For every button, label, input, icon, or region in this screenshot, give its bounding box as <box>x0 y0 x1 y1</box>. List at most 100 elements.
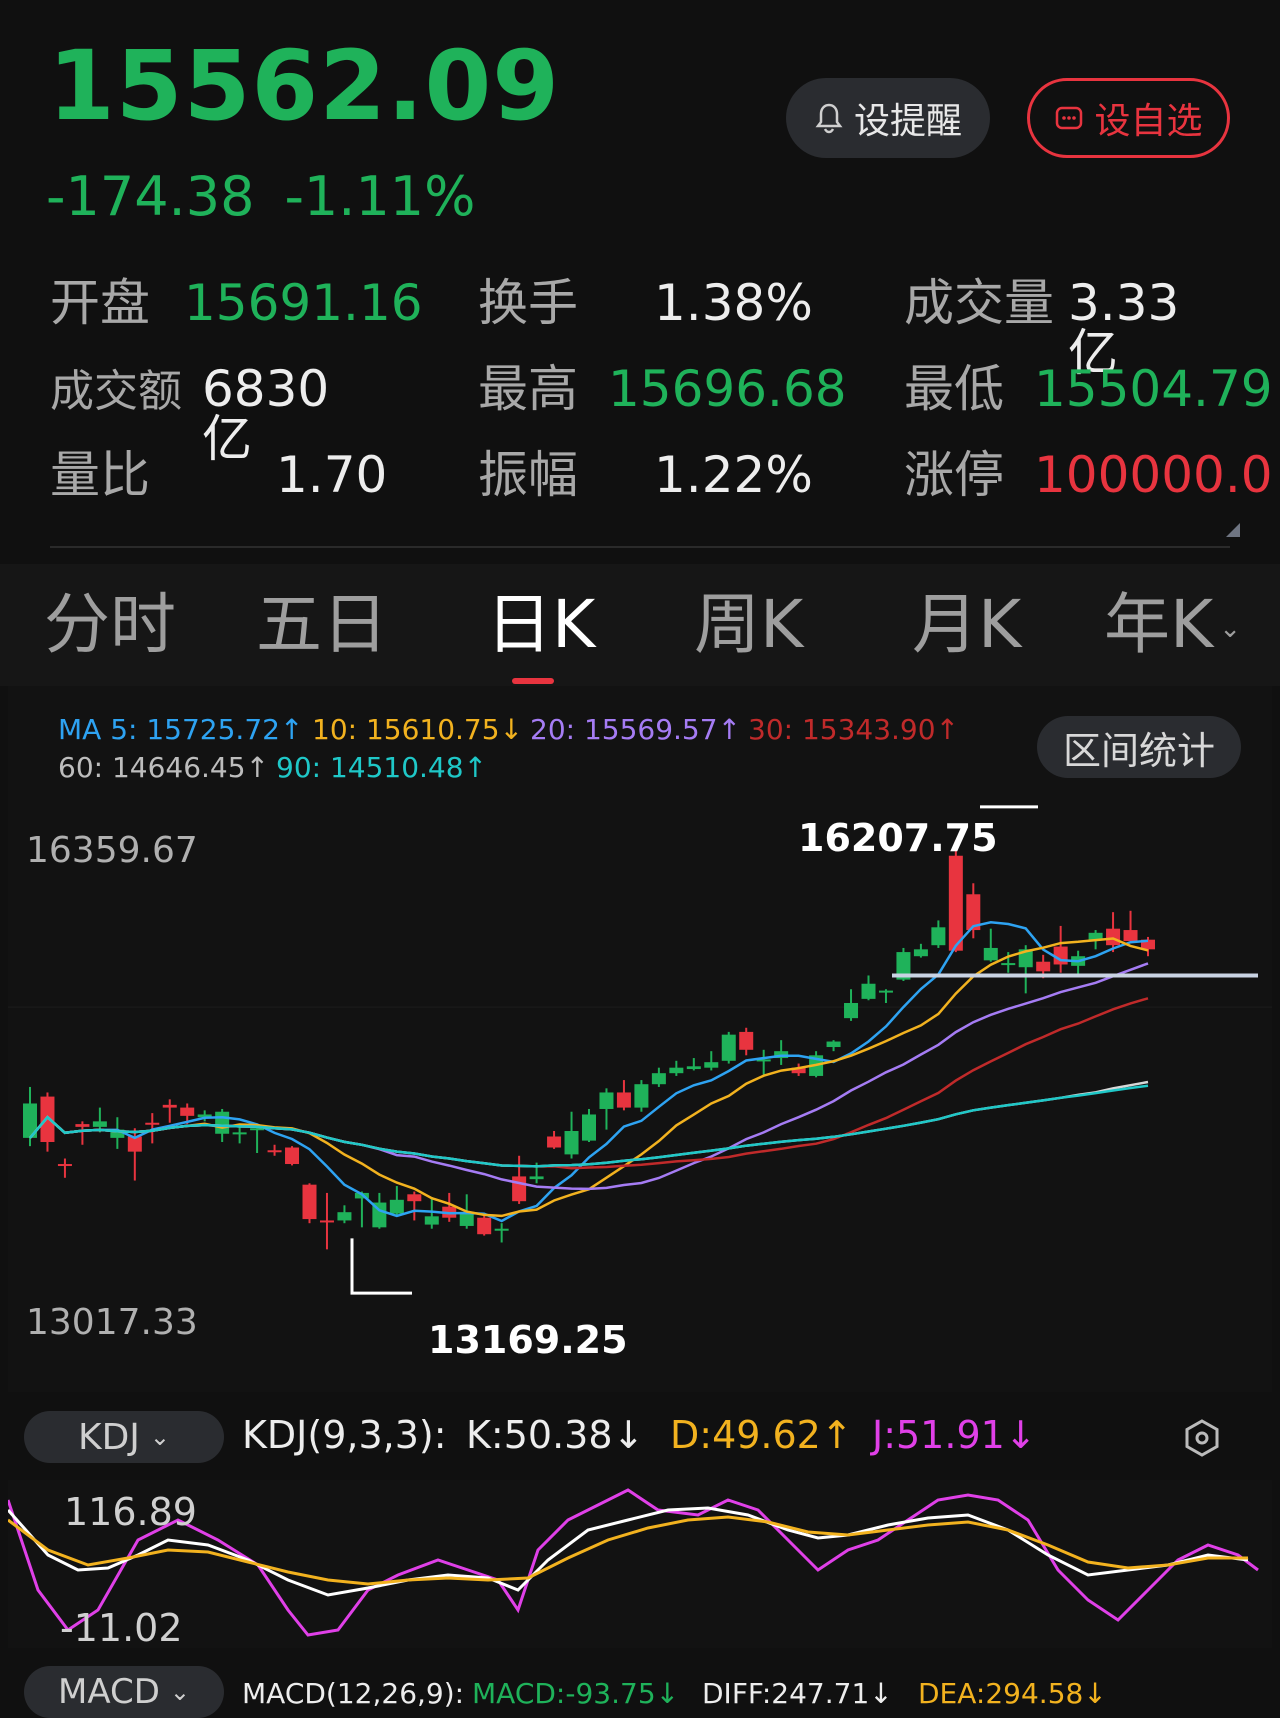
ma90-label: 90: 14510.48↑ <box>276 751 488 784</box>
candle <box>1123 930 1138 942</box>
candle <box>57 1164 72 1167</box>
kdj-d-value: D:49.62↑ <box>670 1413 853 1457</box>
chevron-down-icon: ⌄ <box>169 1678 191 1706</box>
stat-low: 最低 15504.79 <box>904 364 1273 414</box>
indicator-select[interactable]: KDJ ⌄ <box>24 1411 224 1463</box>
tab-monthly-k[interactable]: 月K <box>912 592 1021 658</box>
candle <box>739 1031 754 1050</box>
candle <box>582 1114 596 1141</box>
candle <box>599 1092 614 1109</box>
candle <box>826 1041 841 1048</box>
chevron-down-icon: ⌄ <box>149 1423 171 1451</box>
macd-select-label: MACD <box>57 1672 160 1712</box>
candle <box>564 1130 579 1155</box>
candle <box>215 1111 230 1134</box>
stat-low-value: 15504.79 <box>1034 360 1273 418</box>
macd-select[interactable]: MACD ⌄ <box>24 1666 224 1718</box>
tab-intraday[interactable]: 分时 <box>44 592 176 658</box>
candle <box>459 1213 474 1226</box>
candle <box>634 1084 649 1108</box>
kdj-y-bottom: -11.02 <box>60 1606 183 1650</box>
candle <box>1036 961 1051 972</box>
y-axis-top: 16359.67 <box>26 830 198 871</box>
candle <box>547 1136 562 1148</box>
candle <box>913 949 928 957</box>
change-percent: -1.11% <box>284 165 476 228</box>
y-axis-bottom: 13017.33 <box>26 1302 198 1343</box>
kdj-j-value: J:51.91↓ <box>872 1413 1037 1457</box>
candle <box>337 1212 352 1221</box>
stat-high-value: 15696.68 <box>608 360 847 418</box>
candle <box>844 1003 859 1019</box>
stat-amount: 成交额 6830亿 <box>50 364 329 464</box>
stat-turnover-value: 1.38% <box>654 274 813 332</box>
high-annotation: 16207.75 <box>798 816 998 860</box>
ma30-line <box>29 997 1149 1170</box>
stat-open-value: 15691.16 <box>184 274 423 332</box>
stat-open-label: 开盘 <box>50 274 150 332</box>
tab-weekly-k[interactable]: 周K <box>694 592 803 658</box>
stats-divider <box>50 546 1230 548</box>
macd-diff-value: DIFF:247.71↓ <box>702 1677 893 1710</box>
bell-icon <box>815 103 843 134</box>
set-alert-button[interactable]: 设提醒 <box>786 78 990 158</box>
candle <box>1001 963 1016 966</box>
candle <box>983 947 998 961</box>
stat-limit-value: 100000.0 <box>1034 446 1273 504</box>
kdj-k-value: K:50.38↓ <box>466 1413 645 1457</box>
stat-high: 最高 15696.68 <box>478 364 847 414</box>
candle <box>75 1124 90 1127</box>
candle <box>512 1176 527 1202</box>
candle <box>686 1066 701 1070</box>
ma20-line <box>29 962 1149 1191</box>
candle <box>92 1121 107 1127</box>
stat-ratio-label: 量比 <box>50 446 150 504</box>
candle <box>861 983 876 999</box>
stat-low-label: 最低 <box>904 360 1004 418</box>
tab-five-day[interactable]: 五日 <box>256 592 388 658</box>
candle <box>407 1194 422 1202</box>
candle <box>40 1096 55 1143</box>
tab-yearly-label: 年K <box>1104 586 1214 663</box>
current-price: 15562.09 <box>48 30 561 142</box>
candle <box>616 1092 631 1108</box>
range-stats-button[interactable]: 区间统计 <box>1037 716 1241 778</box>
candle <box>721 1034 736 1061</box>
stat-open: 开盘 15691.16 <box>50 278 423 328</box>
macd-value: MACD:-93.75↓ <box>472 1677 680 1710</box>
stat-amount-label: 成交额 <box>50 366 182 417</box>
macd-dea-value: DEA:294.58↓ <box>918 1677 1107 1710</box>
candle <box>669 1067 684 1074</box>
stat-limit-label: 涨停 <box>904 446 1004 504</box>
candle <box>878 990 893 993</box>
stat-volume-label: 成交量 <box>904 274 1054 332</box>
candle <box>162 1104 177 1108</box>
candle <box>494 1228 509 1231</box>
tab-yearly-k[interactable]: 年K ⌄ <box>1104 592 1241 658</box>
stat-limit-up: 涨停 100000.0 <box>904 450 1273 500</box>
settings-hexagon-icon[interactable] <box>1182 1418 1222 1458</box>
chevron-down-icon: ⌄ <box>1219 613 1242 644</box>
stat-volume: 成交量 3.33亿 <box>904 278 1179 378</box>
kdj-chart[interactable] <box>8 1480 1272 1648</box>
kdj-y-top: 116.89 <box>64 1490 197 1534</box>
watchlist-icon <box>1056 106 1083 130</box>
ma10-line <box>29 937 1149 1218</box>
ma5-label: MA 5: 15725.72↑ <box>58 713 304 746</box>
ma60-label: 60: 14646.45↑ <box>58 751 270 784</box>
candle <box>477 1217 492 1235</box>
tab-daily-k[interactable]: 日K <box>486 592 595 658</box>
ma20-label: 20: 15569.57↑ <box>530 713 742 746</box>
change-amount: -174.38 <box>46 165 255 228</box>
low-leader <box>350 1238 412 1295</box>
candle <box>302 1184 317 1220</box>
candle <box>232 1132 247 1135</box>
stat-turnover: 换手 1.38% <box>478 278 813 328</box>
candle <box>424 1216 439 1225</box>
candle <box>285 1147 300 1165</box>
add-watchlist-button[interactable]: 设自选 <box>1027 78 1230 158</box>
expand-corner-icon[interactable] <box>1226 523 1240 537</box>
stat-turnover-label: 换手 <box>478 274 578 332</box>
macd-params: MACD(12,26,9): <box>242 1677 465 1710</box>
candle <box>704 1062 719 1068</box>
